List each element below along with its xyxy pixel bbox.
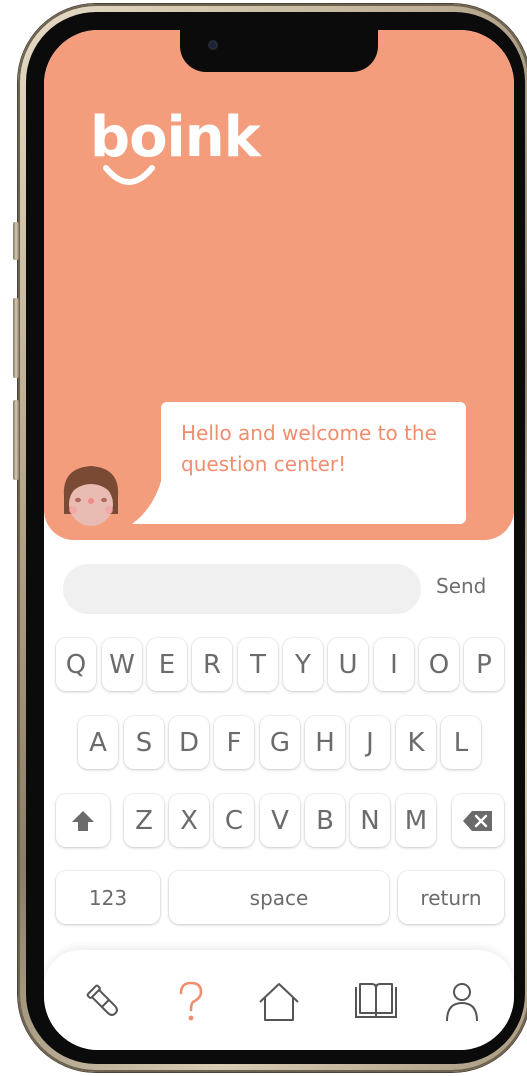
key-h[interactable]: H [305,716,345,769]
key-m[interactable]: M [396,794,436,847]
return-key[interactable]: return [398,871,504,924]
key-k[interactable]: K [396,716,436,769]
backspace-icon [463,810,492,831]
key-p[interactable]: P [464,638,504,691]
home-icon [259,983,299,1021]
key-g[interactable]: G [260,716,300,769]
key-i[interactable]: I [374,638,414,691]
volume-down-button [13,400,19,480]
mute-switch [13,222,19,260]
girl-avatar-icon [63,466,119,526]
shift-key[interactable] [56,794,110,847]
shift-icon [72,810,94,831]
key-u[interactable]: U [328,638,368,691]
tab-questions[interactable] [167,978,215,1026]
tab-tests[interactable] [80,978,128,1026]
composer: Send [44,560,514,616]
key-r[interactable]: R [192,638,232,691]
key-j[interactable]: J [350,716,390,769]
front-camera [208,40,218,50]
key-n[interactable]: N [350,794,390,847]
key-c[interactable]: C [214,794,254,847]
message-input[interactable] [63,564,421,614]
send-button[interactable]: Send [436,574,486,598]
greeting-message: Hello and welcome to the question center… [181,421,437,476]
app-logo: boink [90,105,261,170]
test-tube-icon [86,984,118,1016]
key-a[interactable]: A [78,716,118,769]
tab-bar [44,950,514,1050]
stage: boink Hello and welcome to the question … [0,0,527,1076]
key-l[interactable]: L [441,716,481,769]
key-f[interactable]: F [214,716,254,769]
hero-panel: boink Hello and welcome to the question … [44,30,514,540]
tab-home[interactable] [255,978,303,1026]
space-key[interactable]: space [169,871,389,924]
key-z[interactable]: Z [124,794,164,847]
speech-bubble: Hello and welcome to the question center… [161,402,466,524]
book-icon [355,983,397,1018]
key-s[interactable]: S [124,716,164,769]
tab-profile[interactable] [438,978,486,1026]
key-q[interactable]: Q [56,638,96,691]
key-o[interactable]: O [419,638,459,691]
screen: boink Hello and welcome to the question … [44,30,514,1050]
logo-smile-icon [103,165,155,185]
volume-up-button [13,298,19,378]
key-b[interactable]: B [305,794,345,847]
key-e[interactable]: E [147,638,187,691]
backspace-key[interactable] [452,794,504,847]
key-x[interactable]: X [169,794,209,847]
tab-library[interactable] [352,978,400,1026]
key-y[interactable]: Y [283,638,323,691]
key-w[interactable]: W [102,638,142,691]
key-d[interactable]: D [169,716,209,769]
numbers-key[interactable]: 123 [56,871,160,924]
notch [180,30,378,72]
question-icon [179,981,203,1021]
key-v[interactable]: V [260,794,300,847]
profile-icon [446,983,478,1022]
key-t[interactable]: T [238,638,278,691]
